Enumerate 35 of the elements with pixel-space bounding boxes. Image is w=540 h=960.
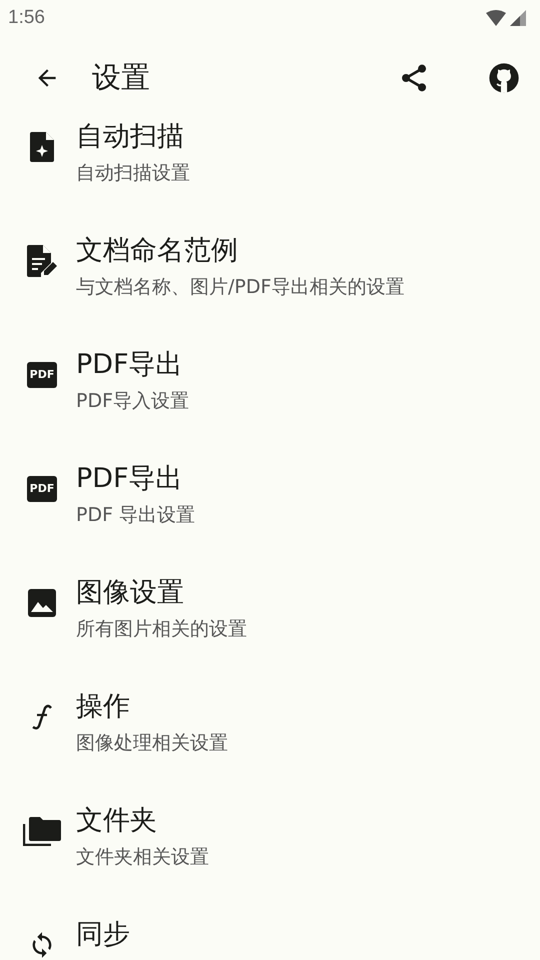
item-title: 操作: [76, 690, 130, 724]
settings-item[interactable]: 文件夹 文件夹相关设置: [0, 776, 540, 890]
signal-icon: [510, 10, 526, 26]
pdf-icon: PDF: [26, 476, 58, 502]
item-title: 文件夹: [76, 804, 157, 838]
document-edit-icon: [27, 245, 57, 277]
function-icon: [31, 704, 53, 730]
item-subtitle: PDF 导出设置: [76, 503, 196, 528]
settings-item[interactable]: 图像设置 所有图片相关的设置: [0, 548, 540, 662]
item-title: 自动扫描: [76, 120, 184, 154]
settings-item[interactable]: 自动扫描 自动扫描设置: [0, 120, 540, 206]
settings-item[interactable]: PDF PDF导出 PDF导入设置: [0, 320, 540, 434]
item-title: PDF导出: [76, 462, 183, 496]
toolbar-title: 设置: [92, 59, 150, 96]
settings-item[interactable]: PDF PDF导出 PDF 导出设置: [0, 434, 540, 548]
item-title: 同步: [76, 918, 130, 952]
item-subtitle: PDF导入设置: [76, 389, 190, 414]
settings-item[interactable]: 同步: [0, 890, 540, 960]
settings-item[interactable]: 操作 图像处理相关设置: [0, 662, 540, 776]
wifi-icon: [486, 10, 506, 26]
item-subtitle: 文件夹相关设置: [76, 845, 209, 870]
item-subtitle: 与文档名称、图片/PDF导出相关的设置: [76, 275, 404, 300]
item-title: 文档命名范例: [76, 234, 238, 268]
pdf-icon: PDF: [26, 362, 58, 388]
item-subtitle: 图像处理相关设置: [76, 731, 228, 756]
item-subtitle: 所有图片相关的设置: [76, 617, 247, 642]
item-title: PDF导出: [76, 348, 183, 382]
item-title: 图像设置: [76, 576, 184, 610]
settings-item[interactable]: 文档命名范例 与文档名称、图片/PDF导出相关的设置: [0, 206, 540, 320]
folders-icon: [23, 816, 61, 846]
document-sparkle-icon: [30, 132, 54, 162]
image-icon: [28, 589, 56, 617]
status-time: 1:56: [8, 7, 45, 29]
item-subtitle: 自动扫描设置: [76, 161, 190, 186]
cat-logo-icon: [488, 62, 520, 94]
